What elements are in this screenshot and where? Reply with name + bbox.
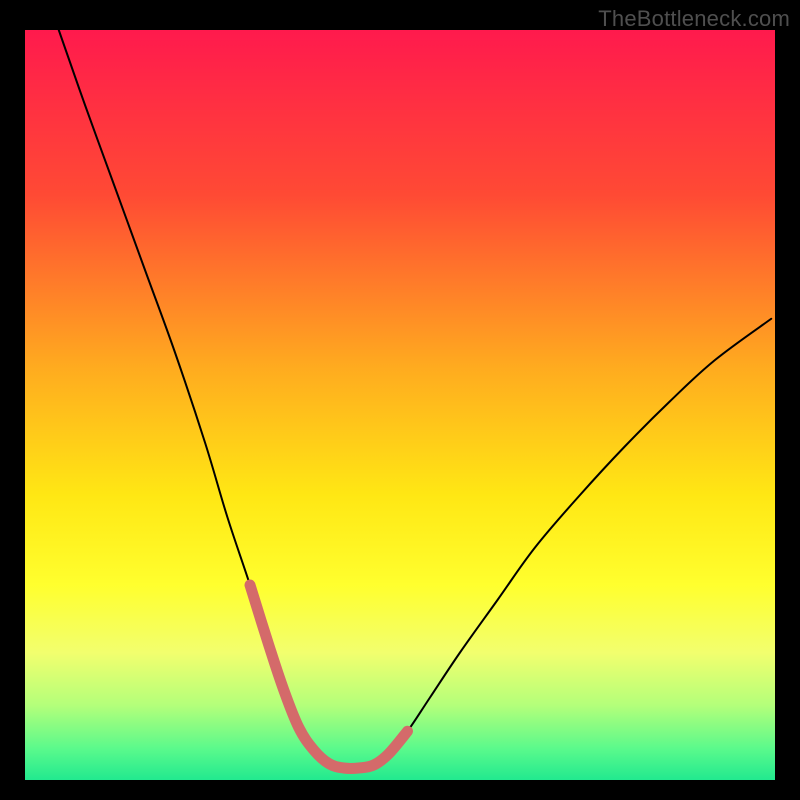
chart-background — [25, 30, 775, 780]
bottleneck-chart — [0, 0, 800, 800]
chart-stage: TheBottleneck.com — [0, 0, 800, 800]
watermark-text: TheBottleneck.com — [598, 6, 790, 32]
